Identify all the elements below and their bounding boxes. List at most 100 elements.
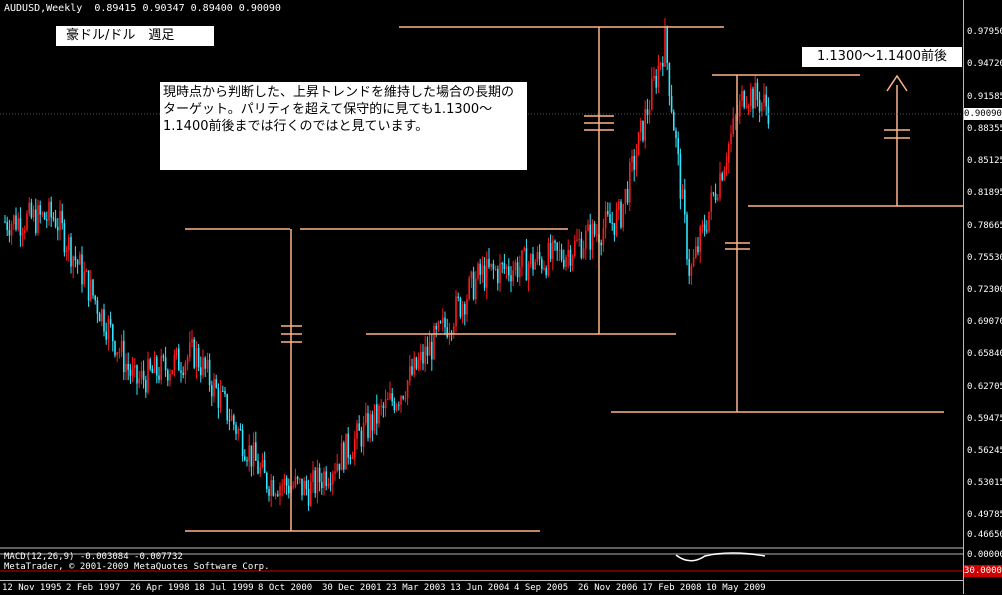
candle-body xyxy=(373,404,376,431)
candle-body xyxy=(28,202,30,214)
candle-body xyxy=(732,118,734,135)
candle-body xyxy=(376,404,378,424)
candle-body xyxy=(567,249,569,257)
candle-body xyxy=(558,249,561,251)
candle-body xyxy=(378,405,380,424)
candle-body xyxy=(318,467,321,483)
price-tick: 0.88355 xyxy=(967,124,1002,134)
candle-body xyxy=(72,256,74,267)
candle-body xyxy=(285,478,288,486)
candle-body xyxy=(105,331,107,340)
candle-body xyxy=(35,209,37,233)
candle-body xyxy=(677,138,679,155)
price-axis[interactable]: 0.97950 0.94720 0.91585 0.88355 0.85125 … xyxy=(963,0,1002,594)
candle-body xyxy=(404,398,407,400)
candle-body xyxy=(241,429,244,457)
candle-body xyxy=(461,304,464,317)
candle-body xyxy=(591,223,594,250)
price-tick: 0.78665 xyxy=(967,221,1002,231)
candle-body xyxy=(453,326,455,334)
candle-body xyxy=(635,155,638,170)
price-tick: 0.75530 xyxy=(967,253,1002,263)
candle-body xyxy=(653,75,655,79)
ohlc-values: 0.89415 0.90347 0.89400 0.90090 xyxy=(94,3,281,14)
candle-body xyxy=(719,173,721,198)
candle-body xyxy=(365,413,367,423)
candle-body xyxy=(358,423,360,431)
candle-body xyxy=(367,413,369,438)
symbol-name: AUDUSD,Weekly xyxy=(4,3,83,14)
candle-body xyxy=(519,266,521,278)
candle-body xyxy=(4,221,6,223)
candle-body xyxy=(624,188,627,204)
candle-body xyxy=(398,404,400,406)
candle-body xyxy=(70,237,72,267)
price-tick: 0.65840 xyxy=(967,349,1002,359)
candle-body xyxy=(611,222,613,224)
candle-body xyxy=(162,355,165,358)
candle-body xyxy=(629,162,631,203)
price-tick: 0.62705 xyxy=(967,382,1002,392)
chart-title-label[interactable]: 豪ドル/ドル 週足 xyxy=(56,26,214,46)
time-axis[interactable]: 12 Nov 1995 2 Feb 1997 26 Apr 1998 18 Ju… xyxy=(0,580,963,595)
candle-body xyxy=(530,254,532,265)
candle-body xyxy=(303,480,305,496)
candle-body xyxy=(734,117,737,119)
candle-body xyxy=(459,298,462,317)
candle-body xyxy=(281,484,283,487)
candle-body xyxy=(347,433,349,458)
candle-body xyxy=(21,232,24,236)
candle-body xyxy=(741,91,743,101)
candle-body xyxy=(116,352,118,356)
candle-body xyxy=(609,214,611,223)
candle-body xyxy=(613,223,616,235)
candle-body xyxy=(679,154,682,199)
price-tick: 0.94720 xyxy=(967,59,1002,69)
price-tick: 0.85125 xyxy=(967,156,1002,166)
candle-body xyxy=(406,380,409,399)
candle-body xyxy=(721,173,723,181)
candle-body xyxy=(266,472,268,489)
candle-body xyxy=(8,230,11,236)
candle-body xyxy=(475,278,477,300)
candle-body xyxy=(46,219,48,221)
candle-body xyxy=(109,319,112,325)
price-tick: 0.49785 xyxy=(967,510,1002,520)
candle-body xyxy=(261,459,264,467)
candle-body xyxy=(272,480,275,496)
candle-body xyxy=(620,201,622,228)
candle-body xyxy=(455,296,457,327)
candle-body xyxy=(756,82,759,100)
candle-body xyxy=(664,27,666,67)
candle-body xyxy=(123,340,125,373)
candle-body xyxy=(6,221,8,231)
candle-body xyxy=(283,478,286,485)
candle-body xyxy=(263,459,266,473)
candle-body xyxy=(369,414,371,438)
candle-body xyxy=(191,339,193,343)
candle-body xyxy=(178,348,180,371)
chart-window[interactable]: AUDUSD,Weekly 0.89415 0.90347 0.89400 0.… xyxy=(0,0,1002,594)
candle-body xyxy=(217,387,220,408)
candle-body xyxy=(437,321,440,330)
candle-body xyxy=(129,369,132,376)
time-tick: 18 Jul 1999 xyxy=(194,583,254,593)
candle-body xyxy=(552,240,554,259)
macd-axis-value: 0.00000 xyxy=(967,550,1002,560)
candle-body xyxy=(79,254,81,265)
candle-body xyxy=(156,357,158,376)
candle-body xyxy=(189,342,191,358)
candle-body xyxy=(103,309,105,332)
candle-body xyxy=(618,201,620,210)
candle-body xyxy=(57,226,59,231)
candle-body xyxy=(472,271,475,300)
candle-body xyxy=(140,370,143,379)
target-price-label[interactable]: 1.1300～1.1400前後 xyxy=(802,47,962,67)
analysis-comment[interactable]: 現時点から判断した、上昇トレンドを維持した場合の長期のターゲット。パリティを超え… xyxy=(160,82,527,170)
candle-body xyxy=(420,351,422,361)
candle-body xyxy=(94,295,96,301)
candle-body xyxy=(43,212,46,220)
candle-body xyxy=(193,339,195,368)
candle-body xyxy=(576,239,578,241)
candle-body xyxy=(118,352,121,354)
